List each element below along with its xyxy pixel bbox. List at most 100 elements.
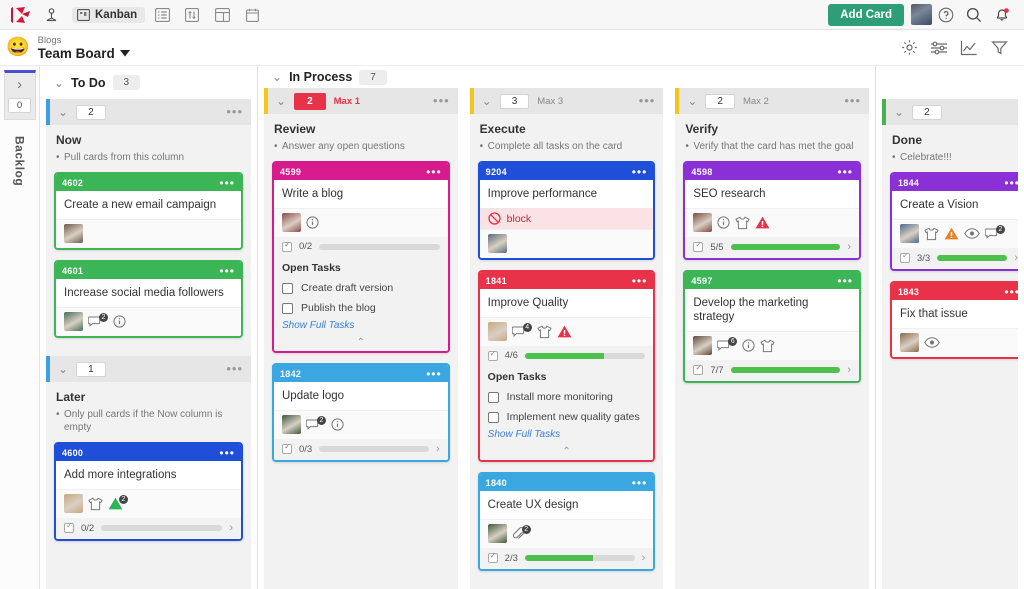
- card-expand-button[interactable]: ›: [642, 552, 646, 564]
- help-icon[interactable]: [932, 4, 960, 26]
- breadcrumb[interactable]: Blogs: [38, 35, 130, 46]
- card-assignee-avatar[interactable]: [488, 524, 507, 543]
- card-assignee-avatar[interactable]: [282, 415, 301, 434]
- card-collapse-button[interactable]: ⌃: [480, 447, 654, 460]
- kanban-card[interactable]: 1843•••Fix that issue: [890, 281, 1018, 359]
- card-menu-button[interactable]: •••: [837, 168, 853, 176]
- backlog-label[interactable]: Backlog: [13, 136, 27, 186]
- card-menu-button[interactable]: •••: [219, 179, 235, 187]
- card-assignee-avatar[interactable]: [693, 336, 712, 355]
- card-header: 1840•••: [480, 474, 654, 491]
- card-expand-button[interactable]: ›: [436, 443, 440, 455]
- kanban-card[interactable]: 4601•••Increase social media followers2: [54, 260, 243, 338]
- swimlane-menu-button[interactable]: •••: [226, 107, 243, 117]
- swimlane-menu-button[interactable]: •••: [639, 96, 656, 106]
- chevron-down-icon[interactable]: [120, 50, 130, 57]
- card-menu-button[interactable]: •••: [837, 277, 853, 285]
- notification-bell-icon[interactable]: [988, 4, 1016, 26]
- show-full-tasks-link[interactable]: Show Full Tasks: [488, 427, 646, 443]
- kanban-card[interactable]: 9204•••Improve performanceblock: [478, 161, 656, 260]
- card-assignee-avatar[interactable]: [282, 213, 301, 232]
- card-menu-button[interactable]: •••: [426, 168, 442, 176]
- card-expand-button[interactable]: ›: [1014, 252, 1018, 264]
- search-icon[interactable]: [960, 4, 988, 26]
- lane-wrapper: ⌄2DoneCelebrate!!!1844•••Create a Vision…: [876, 99, 1024, 589]
- card-menu-button[interactable]: •••: [219, 449, 235, 457]
- task-checkbox[interactable]: [488, 412, 499, 423]
- card-menu-button[interactable]: •••: [1004, 288, 1018, 296]
- chevron-down-icon[interactable]: ⌄: [54, 76, 64, 90]
- expand-backlog-icon[interactable]: ›: [17, 78, 22, 92]
- card-assignee-avatar[interactable]: [488, 322, 507, 341]
- task-item[interactable]: Create draft version: [282, 278, 440, 298]
- layout-icon[interactable]: [209, 4, 235, 26]
- card-collapse-button[interactable]: ⌃: [274, 338, 448, 351]
- timeline-icon[interactable]: [179, 4, 205, 26]
- chevron-down-icon[interactable]: ⌄: [482, 94, 492, 108]
- card-assignee-avatar[interactable]: [693, 213, 712, 232]
- card-menu-button[interactable]: •••: [219, 267, 235, 275]
- card-assignee-avatar[interactable]: [900, 224, 919, 243]
- card-progress-bar: [101, 525, 222, 531]
- card-menu-button[interactable]: •••: [632, 277, 648, 285]
- swimlane-menu-button[interactable]: •••: [844, 96, 861, 106]
- gear-icon[interactable]: [894, 34, 924, 62]
- kanban-card[interactable]: 1842•••Update logo20/3›: [272, 363, 450, 462]
- card-assignee-avatar[interactable]: [900, 333, 919, 352]
- avatar[interactable]: [911, 4, 932, 25]
- card-assignee-avatar[interactable]: [488, 234, 507, 253]
- card-assignee-avatar[interactable]: [64, 494, 83, 513]
- kanban-card[interactable]: 1841•••Improve Quality44/6Open TasksInst…: [478, 270, 656, 462]
- swimlane-menu-button[interactable]: •••: [433, 96, 450, 106]
- kanban-card[interactable]: 4600•••Add more integrations20/2›: [54, 442, 243, 541]
- card-expand-button[interactable]: ›: [847, 241, 851, 253]
- task-checkbox[interactable]: [488, 392, 499, 403]
- kanban-card[interactable]: 1844•••Create a Vision23/3›: [890, 172, 1018, 271]
- tab-kanban[interactable]: Kanban: [72, 7, 145, 23]
- sliders-icon[interactable]: [924, 34, 954, 62]
- backlog-toggle-group[interactable]: › 0: [4, 70, 36, 120]
- card-assignee-avatar[interactable]: [64, 312, 83, 331]
- card-menu-button[interactable]: •••: [632, 479, 648, 487]
- chevron-down-icon[interactable]: ⌄: [276, 94, 286, 108]
- funnel-icon[interactable]: [984, 34, 1014, 62]
- workflow-icon[interactable]: [38, 4, 64, 26]
- task-item[interactable]: Publish the blog: [282, 298, 440, 318]
- task-item[interactable]: Implement new quality gates: [488, 407, 646, 427]
- kanbanize-logo[interactable]: [8, 3, 34, 27]
- card-title: Update logo: [274, 382, 448, 410]
- swimlanes-row: ⌄2•••NowPull cards from this column4602•…: [40, 99, 257, 589]
- card-menu-button[interactable]: •••: [426, 370, 442, 378]
- column-header-spacer: [876, 66, 1024, 99]
- kanban-card[interactable]: 1840•••Create UX design22/3›: [478, 472, 656, 571]
- add-card-button[interactable]: Add Card: [828, 4, 904, 26]
- kanban-card[interactable]: 4599•••Write a blog0/2Open TasksCreate d…: [272, 161, 450, 353]
- page-title[interactable]: Team Board: [38, 46, 130, 61]
- chevron-down-icon[interactable]: ⌄: [58, 105, 68, 119]
- kanban-card[interactable]: 4598•••SEO research5/5›: [683, 161, 861, 260]
- card-expand-button[interactable]: ›: [229, 522, 233, 534]
- card-menu-button[interactable]: •••: [1004, 179, 1018, 187]
- task-item[interactable]: Install more monitoring: [488, 387, 646, 407]
- chevron-down-icon[interactable]: ⌄: [687, 94, 697, 108]
- card-assignee-avatar[interactable]: [64, 224, 83, 243]
- calendar-icon[interactable]: [239, 4, 265, 26]
- card-progress-bar: [525, 353, 645, 359]
- card-blocked-label: block: [507, 213, 532, 225]
- priority-medium-icon: [944, 227, 959, 240]
- task-checkbox[interactable]: [282, 283, 293, 294]
- show-full-tasks-link[interactable]: Show Full Tasks: [282, 318, 440, 334]
- kanban-card[interactable]: 4602•••Create a new email campaign: [54, 172, 243, 250]
- card-progress-bar: [525, 555, 635, 561]
- chart-icon[interactable]: [954, 34, 984, 62]
- card-expand-button[interactable]: ›: [847, 364, 851, 376]
- swimlane-menu-button[interactable]: •••: [226, 364, 243, 374]
- card-icon-row: 2: [56, 307, 241, 336]
- card-menu-button[interactable]: •••: [632, 168, 648, 176]
- chevron-down-icon[interactable]: ⌄: [58, 362, 68, 376]
- kanban-card[interactable]: 4597•••Develop the marketing strategy67/…: [683, 270, 861, 383]
- chevron-down-icon[interactable]: ⌄: [894, 105, 904, 119]
- task-checkbox[interactable]: [282, 303, 293, 314]
- chevron-down-icon[interactable]: ⌄: [272, 70, 282, 84]
- list-view-icon[interactable]: [149, 4, 175, 26]
